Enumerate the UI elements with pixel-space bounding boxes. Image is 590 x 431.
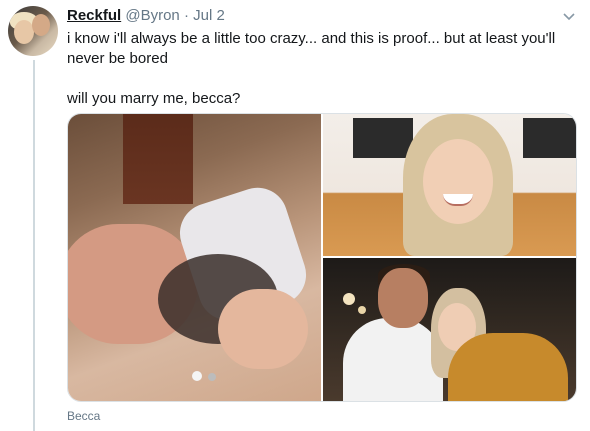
chevron-down-icon[interactable]: [562, 10, 576, 24]
separator-dot: ·: [183, 7, 189, 24]
photo-3[interactable]: [323, 258, 576, 401]
thread-line: [33, 60, 35, 431]
media-grid: [67, 113, 577, 402]
handle[interactable]: @Byron: [125, 7, 179, 24]
carousel-dot: [208, 373, 216, 381]
display-name[interactable]: Reckful: [67, 7, 121, 24]
carousel-dot-active: [192, 371, 202, 381]
photo-2[interactable]: [323, 114, 576, 256]
avatar-person-2-face: [32, 14, 50, 36]
media-caption: Becca: [67, 409, 101, 423]
avatar[interactable]: [8, 6, 58, 56]
avatar-person-1-face: [14, 20, 34, 44]
tweet-text: i know i'll always be a little too crazy…: [67, 29, 572, 109]
tweet-date[interactable]: Jul 2: [193, 7, 225, 24]
tweet-text-line-2: will you marry me, becca?: [67, 90, 241, 107]
tweet-header: Reckful @Byron · Jul 2: [67, 7, 225, 24]
tweet-text-line-1: i know i'll always be a little too crazy…: [67, 30, 556, 67]
photo-1[interactable]: [68, 114, 321, 401]
